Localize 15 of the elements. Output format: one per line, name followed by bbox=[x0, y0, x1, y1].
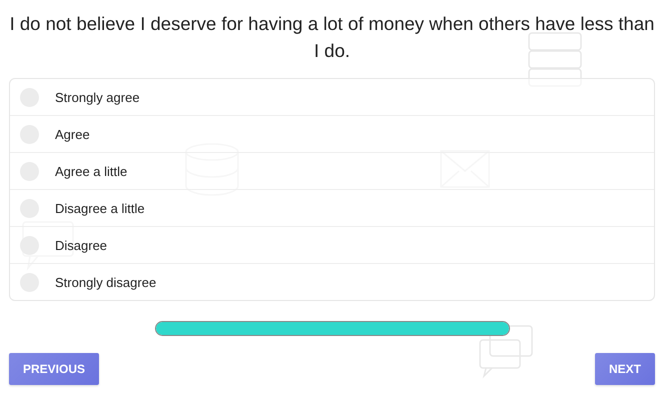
option-label: Strongly disagree bbox=[55, 274, 156, 290]
option-row[interactable]: Strongly disagree bbox=[10, 263, 654, 300]
option-label: Disagree a little bbox=[55, 200, 145, 216]
option-label: Strongly agree bbox=[55, 90, 140, 104]
option-row[interactable]: Agree bbox=[10, 115, 654, 152]
previous-button[interactable]: PREVIOUS bbox=[9, 353, 100, 385]
option-label: Agree a little bbox=[55, 164, 128, 178]
option-label: Disagree bbox=[55, 238, 108, 252]
option-row[interactable]: Disagree a little bbox=[10, 189, 654, 226]
option-row[interactable]: Disagree bbox=[10, 226, 654, 263]
next-button[interactable]: NEXT bbox=[594, 353, 655, 385]
option-row[interactable]: Strongly agree bbox=[10, 79, 654, 115]
option-row[interactable]: Agree a little bbox=[10, 152, 654, 189]
option-label: Agree bbox=[55, 126, 90, 142]
question-text: I do not believe I deserve for having a lot of money when others have less than I do. bbox=[9, 12, 655, 63]
